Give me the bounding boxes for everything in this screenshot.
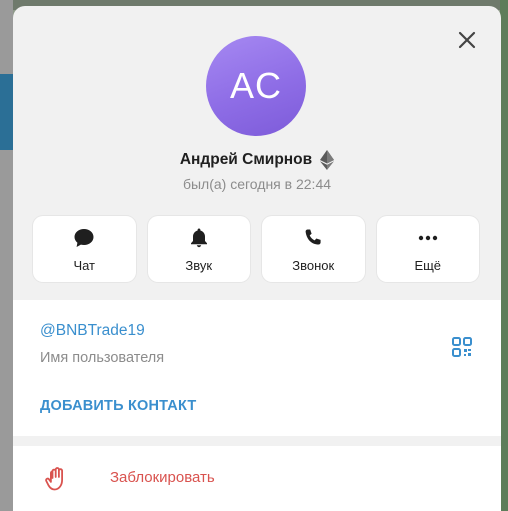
- more-button[interactable]: Ещё: [376, 216, 479, 282]
- bell-icon: [187, 226, 211, 250]
- username-link[interactable]: @BNBTrade19: [40, 322, 145, 340]
- block-user-label: Заблокировать: [110, 469, 215, 486]
- call-button[interactable]: Звонок: [262, 216, 365, 282]
- block-user-button[interactable]: Заблокировать: [13, 446, 501, 511]
- profile-name-row: Андрей Смирнов: [13, 148, 501, 172]
- ethereum-icon[interactable]: [320, 150, 335, 170]
- close-icon: [458, 31, 476, 49]
- profile-name: Андрей Смирнов: [179, 151, 313, 168]
- qr-code-icon: [452, 337, 472, 357]
- action-buttons: Чат Звук Звонок Ещё: [33, 216, 479, 282]
- user-profile-modal: AC Андрей Смирнов был(а) сегодня в 22:44…: [13, 6, 501, 511]
- more-dots-icon: [416, 226, 440, 250]
- section-divider: [13, 436, 501, 446]
- add-contact-button[interactable]: ДОБАВИТЬ КОНТАКТ: [40, 398, 196, 414]
- chat-button[interactable]: Чат: [33, 216, 136, 282]
- chat-bubble-icon: [72, 226, 96, 250]
- sound-button-label: Звук: [185, 257, 213, 273]
- qr-code-button[interactable]: [451, 336, 473, 358]
- more-button-label: Ещё: [414, 257, 442, 273]
- last-seen-status: был(а) сегодня в 22:44: [182, 176, 332, 192]
- chat-button-label: Чат: [73, 257, 96, 273]
- background-app-right: [500, 0, 508, 511]
- phone-icon: [301, 226, 325, 250]
- user-info-section: @BNBTrade19 Имя пользователя ДОБАВИТЬ КО…: [13, 300, 501, 436]
- avatar[interactable]: AC: [206, 36, 306, 136]
- background-app-left-accent: [0, 74, 13, 150]
- hand-stop-icon: [45, 467, 63, 491]
- username-caption: Имя пользователя: [40, 350, 165, 366]
- call-button-label: Звонок: [292, 257, 335, 273]
- close-button[interactable]: [455, 28, 479, 52]
- sound-button[interactable]: Звук: [147, 216, 250, 282]
